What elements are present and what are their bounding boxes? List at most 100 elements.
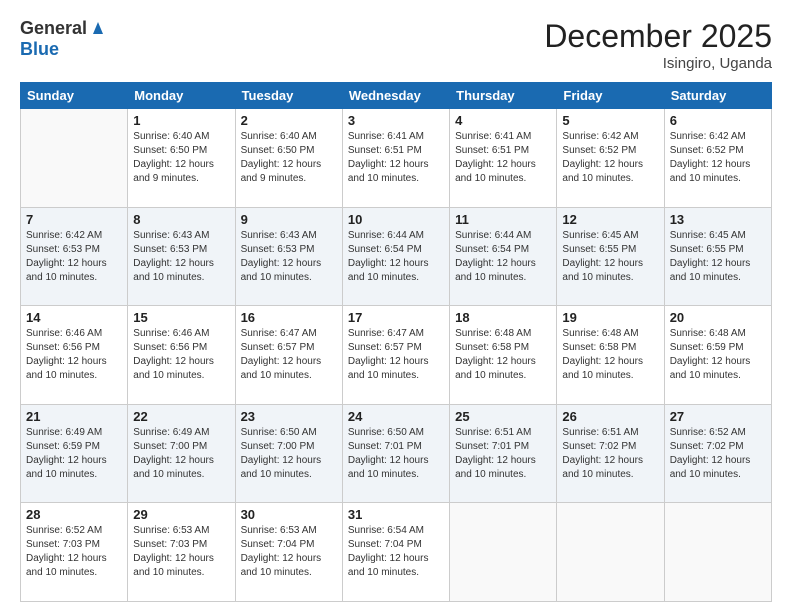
cell-day-number: 22 bbox=[133, 409, 229, 424]
cell-day-number: 11 bbox=[455, 212, 551, 227]
cell-day-number: 27 bbox=[670, 409, 766, 424]
calendar-subtitle: Isingiro, Uganda bbox=[544, 55, 772, 72]
col-header-tuesday: Tuesday bbox=[235, 83, 342, 109]
logo-general: General bbox=[20, 18, 87, 39]
col-header-friday: Friday bbox=[557, 83, 664, 109]
calendar-table: SundayMondayTuesdayWednesdayThursdayFrid… bbox=[20, 82, 772, 602]
cell-info-text: Sunrise: 6:42 AMSunset: 6:52 PMDaylight:… bbox=[562, 130, 658, 186]
calendar-cell bbox=[557, 503, 664, 602]
calendar-cell: 21 Sunrise: 6:49 AMSunset: 6:59 PMDayligh… bbox=[21, 404, 128, 503]
calendar-cell: 5 Sunrise: 6:42 AMSunset: 6:52 PMDaylight… bbox=[557, 109, 664, 208]
cell-info-text: Sunrise: 6:49 AMSunset: 6:59 PMDaylight:… bbox=[26, 426, 122, 482]
calendar-cell: 9 Sunrise: 6:43 AMSunset: 6:53 PMDaylight… bbox=[235, 207, 342, 306]
logo: General Blue bbox=[20, 18, 107, 60]
cell-day-number: 30 bbox=[241, 507, 337, 522]
calendar-week-row: 1Sunrise: 6:40 AMSunset: 6:50 PMDaylight… bbox=[21, 109, 772, 208]
cell-info-text: Sunrise: 6:43 AMSunset: 6:53 PMDaylight:… bbox=[133, 229, 229, 285]
cell-day-number: 26 bbox=[562, 409, 658, 424]
cell-info-text: Sunrise: 6:45 AMSunset: 6:55 PMDaylight:… bbox=[670, 229, 766, 285]
cell-day-number: 7 bbox=[26, 212, 122, 227]
col-header-sunday: Sunday bbox=[21, 83, 128, 109]
cell-day-number: 17 bbox=[348, 310, 444, 325]
calendar-cell: 29Sunrise: 6:53 AMSunset: 7:03 PMDayligh… bbox=[128, 503, 235, 602]
cell-day-number: 25 bbox=[455, 409, 551, 424]
cell-day-number: 28 bbox=[26, 507, 122, 522]
cell-day-number: 5 bbox=[562, 113, 658, 128]
cell-info-text: Sunrise: 6:51 AMSunset: 7:01 PMDaylight:… bbox=[455, 426, 551, 482]
calendar-title: December 2025 bbox=[544, 18, 772, 55]
calendar-cell: 1Sunrise: 6:40 AMSunset: 6:50 PMDaylight… bbox=[128, 109, 235, 208]
cell-info-text: Sunrise: 6:43 AMSunset: 6:53 PMDaylight:… bbox=[241, 229, 337, 285]
cell-day-number: 29 bbox=[133, 507, 229, 522]
calendar-cell: 25 Sunrise: 6:51 AMSunset: 7:01 PMDayligh… bbox=[450, 404, 557, 503]
calendar-cell: 28 Sunrise: 6:52 AMSunset: 7:03 PMDayligh… bbox=[21, 503, 128, 602]
cell-day-number: 23 bbox=[241, 409, 337, 424]
cell-day-number: 2 bbox=[241, 113, 337, 128]
cell-info-text: Sunrise: 6:47 AMSunset: 6:57 PMDaylight:… bbox=[241, 327, 337, 383]
calendar-cell: 13 Sunrise: 6:45 AMSunset: 6:55 PMDayligh… bbox=[664, 207, 771, 306]
cell-info-text: Sunrise: 6:52 AMSunset: 7:02 PMDaylight:… bbox=[670, 426, 766, 482]
cell-info-text: Sunrise: 6:44 AMSunset: 6:54 PMDaylight:… bbox=[348, 229, 444, 285]
cell-day-number: 6 bbox=[670, 113, 766, 128]
calendar-week-row: 28 Sunrise: 6:52 AMSunset: 7:03 PMDayligh… bbox=[21, 503, 772, 602]
cell-day-number: 15 bbox=[133, 310, 229, 325]
col-header-saturday: Saturday bbox=[664, 83, 771, 109]
calendar-week-row: 7Sunrise: 6:42 AMSunset: 6:53 PMDaylight… bbox=[21, 207, 772, 306]
calendar-cell: 30 Sunrise: 6:53 AMSunset: 7:04 PMDayligh… bbox=[235, 503, 342, 602]
calendar-cell: 20 Sunrise: 6:48 AMSunset: 6:59 PMDayligh… bbox=[664, 306, 771, 405]
calendar-cell: 31Sunrise: 6:54 AMSunset: 7:04 PMDayligh… bbox=[342, 503, 449, 602]
cell-info-text: Sunrise: 6:42 AMSunset: 6:52 PMDaylight:… bbox=[670, 130, 766, 186]
cell-info-text: Sunrise: 6:52 AMSunset: 7:03 PMDaylight:… bbox=[26, 524, 122, 580]
cell-day-number: 20 bbox=[670, 310, 766, 325]
cell-info-text: Sunrise: 6:46 AMSunset: 6:56 PMDaylight:… bbox=[26, 327, 122, 383]
cell-info-text: Sunrise: 6:44 AMSunset: 6:54 PMDaylight:… bbox=[455, 229, 551, 285]
calendar-page: General Blue December 2025 Isingiro, Uga… bbox=[0, 0, 792, 612]
cell-day-number: 14 bbox=[26, 310, 122, 325]
calendar-cell: 8 Sunrise: 6:43 AMSunset: 6:53 PMDaylight… bbox=[128, 207, 235, 306]
calendar-cell: 2Sunrise: 6:40 AMSunset: 6:50 PMDaylight… bbox=[235, 109, 342, 208]
calendar-cell: 11 Sunrise: 6:44 AMSunset: 6:54 PMDayligh… bbox=[450, 207, 557, 306]
cell-day-number: 18 bbox=[455, 310, 551, 325]
cell-info-text: Sunrise: 6:53 AMSunset: 7:04 PMDaylight:… bbox=[241, 524, 337, 580]
calendar-cell: 12Sunrise: 6:45 AMSunset: 6:55 PMDayligh… bbox=[557, 207, 664, 306]
cell-info-text: Sunrise: 6:41 AMSunset: 6:51 PMDaylight:… bbox=[455, 130, 551, 186]
title-section: December 2025 Isingiro, Uganda bbox=[544, 18, 772, 72]
calendar-cell: 27 Sunrise: 6:52 AMSunset: 7:02 PMDayligh… bbox=[664, 404, 771, 503]
calendar-cell: 26 Sunrise: 6:51 AMSunset: 7:02 PMDayligh… bbox=[557, 404, 664, 503]
calendar-header-row: SundayMondayTuesdayWednesdayThursdayFrid… bbox=[21, 83, 772, 109]
calendar-cell: 22Sunrise: 6:49 AMSunset: 7:00 PMDayligh… bbox=[128, 404, 235, 503]
cell-info-text: Sunrise: 6:47 AMSunset: 6:57 PMDaylight:… bbox=[348, 327, 444, 383]
cell-info-text: Sunrise: 6:51 AMSunset: 7:02 PMDaylight:… bbox=[562, 426, 658, 482]
calendar-cell: 24Sunrise: 6:50 AMSunset: 7:01 PMDayligh… bbox=[342, 404, 449, 503]
calendar-cell: 7Sunrise: 6:42 AMSunset: 6:53 PMDaylight… bbox=[21, 207, 128, 306]
cell-info-text: Sunrise: 6:50 AMSunset: 7:01 PMDaylight:… bbox=[348, 426, 444, 482]
logo-blue: Blue bbox=[20, 39, 59, 59]
calendar-week-row: 14 Sunrise: 6:46 AMSunset: 6:56 PMDayligh… bbox=[21, 306, 772, 405]
calendar-cell: 18Sunrise: 6:48 AMSunset: 6:58 PMDayligh… bbox=[450, 306, 557, 405]
calendar-week-row: 21 Sunrise: 6:49 AMSunset: 6:59 PMDayligh… bbox=[21, 404, 772, 503]
logo-triangle-icon bbox=[89, 18, 107, 36]
cell-day-number: 4 bbox=[455, 113, 551, 128]
col-header-monday: Monday bbox=[128, 83, 235, 109]
cell-day-number: 19 bbox=[562, 310, 658, 325]
cell-info-text: Sunrise: 6:48 AMSunset: 6:59 PMDaylight:… bbox=[670, 327, 766, 383]
cell-day-number: 12 bbox=[562, 212, 658, 227]
col-header-thursday: Thursday bbox=[450, 83, 557, 109]
calendar-cell: 10 Sunrise: 6:44 AMSunset: 6:54 PMDayligh… bbox=[342, 207, 449, 306]
cell-day-number: 10 bbox=[348, 212, 444, 227]
cell-info-text: Sunrise: 6:46 AMSunset: 6:56 PMDaylight:… bbox=[133, 327, 229, 383]
calendar-cell: 19 Sunrise: 6:48 AMSunset: 6:58 PMDayligh… bbox=[557, 306, 664, 405]
cell-day-number: 16 bbox=[241, 310, 337, 325]
calendar-cell: 4 Sunrise: 6:41 AMSunset: 6:51 PMDaylight… bbox=[450, 109, 557, 208]
cell-day-number: 21 bbox=[26, 409, 122, 424]
calendar-cell: 6 Sunrise: 6:42 AMSunset: 6:52 PMDaylight… bbox=[664, 109, 771, 208]
cell-day-number: 13 bbox=[670, 212, 766, 227]
calendar-cell bbox=[21, 109, 128, 208]
calendar-cell: 3Sunrise: 6:41 AMSunset: 6:51 PMDaylight… bbox=[342, 109, 449, 208]
cell-info-text: Sunrise: 6:48 AMSunset: 6:58 PMDaylight:… bbox=[562, 327, 658, 383]
calendar-cell: 14 Sunrise: 6:46 AMSunset: 6:56 PMDayligh… bbox=[21, 306, 128, 405]
cell-day-number: 9 bbox=[241, 212, 337, 227]
cell-day-number: 8 bbox=[133, 212, 229, 227]
cell-day-number: 3 bbox=[348, 113, 444, 128]
calendar-body: 1Sunrise: 6:40 AMSunset: 6:50 PMDaylight… bbox=[21, 109, 772, 602]
